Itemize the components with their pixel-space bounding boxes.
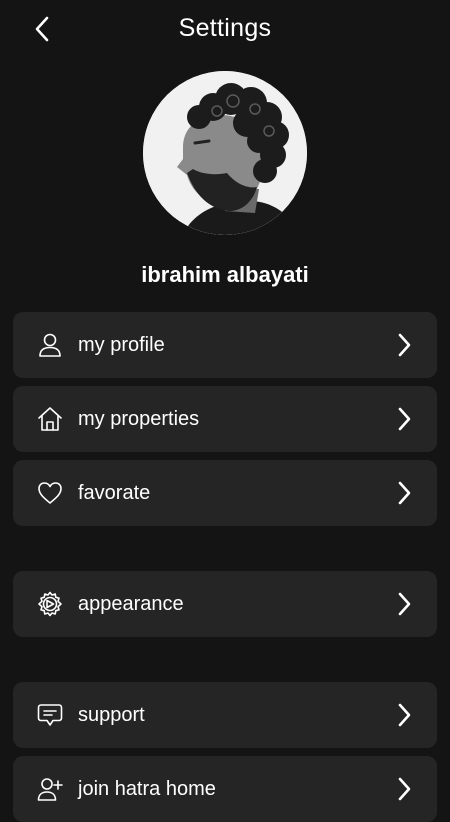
chevron-right-icon [389,589,419,619]
chevron-right-icon [389,700,419,730]
heart-icon [35,478,65,508]
menu-item-my-profile[interactable]: my profile [13,312,437,378]
menu-item-label: favorate [78,482,151,504]
menu-item-label: support [78,704,145,726]
menu-item-join-hatra-home[interactable]: join hatra home [13,756,437,822]
header: Settings [0,0,450,62]
gear-icon [35,589,65,619]
user-name: ibrahim albayati [141,262,309,287]
menu-item-my-properties[interactable]: my properties [13,386,437,452]
menu-item-support[interactable]: support [13,682,437,748]
menu-item-label: my properties [78,408,200,430]
menu-item-label: my profile [78,334,165,356]
menu-item-label: join hatra home [78,778,216,800]
chevron-right-icon [389,330,419,360]
avatar[interactable] [143,71,307,235]
menu-item-appearance[interactable]: appearance [13,571,437,637]
profile-photo [143,71,307,235]
chevron-right-icon [389,478,419,508]
page-title: Settings [178,14,272,42]
user-icon [35,330,65,360]
menu-item-favorate[interactable]: favorate [13,460,437,526]
home-icon [35,404,65,434]
chevron-right-icon [389,404,419,434]
menu-item-label: appearance [78,593,184,615]
chat-icon [35,700,65,730]
